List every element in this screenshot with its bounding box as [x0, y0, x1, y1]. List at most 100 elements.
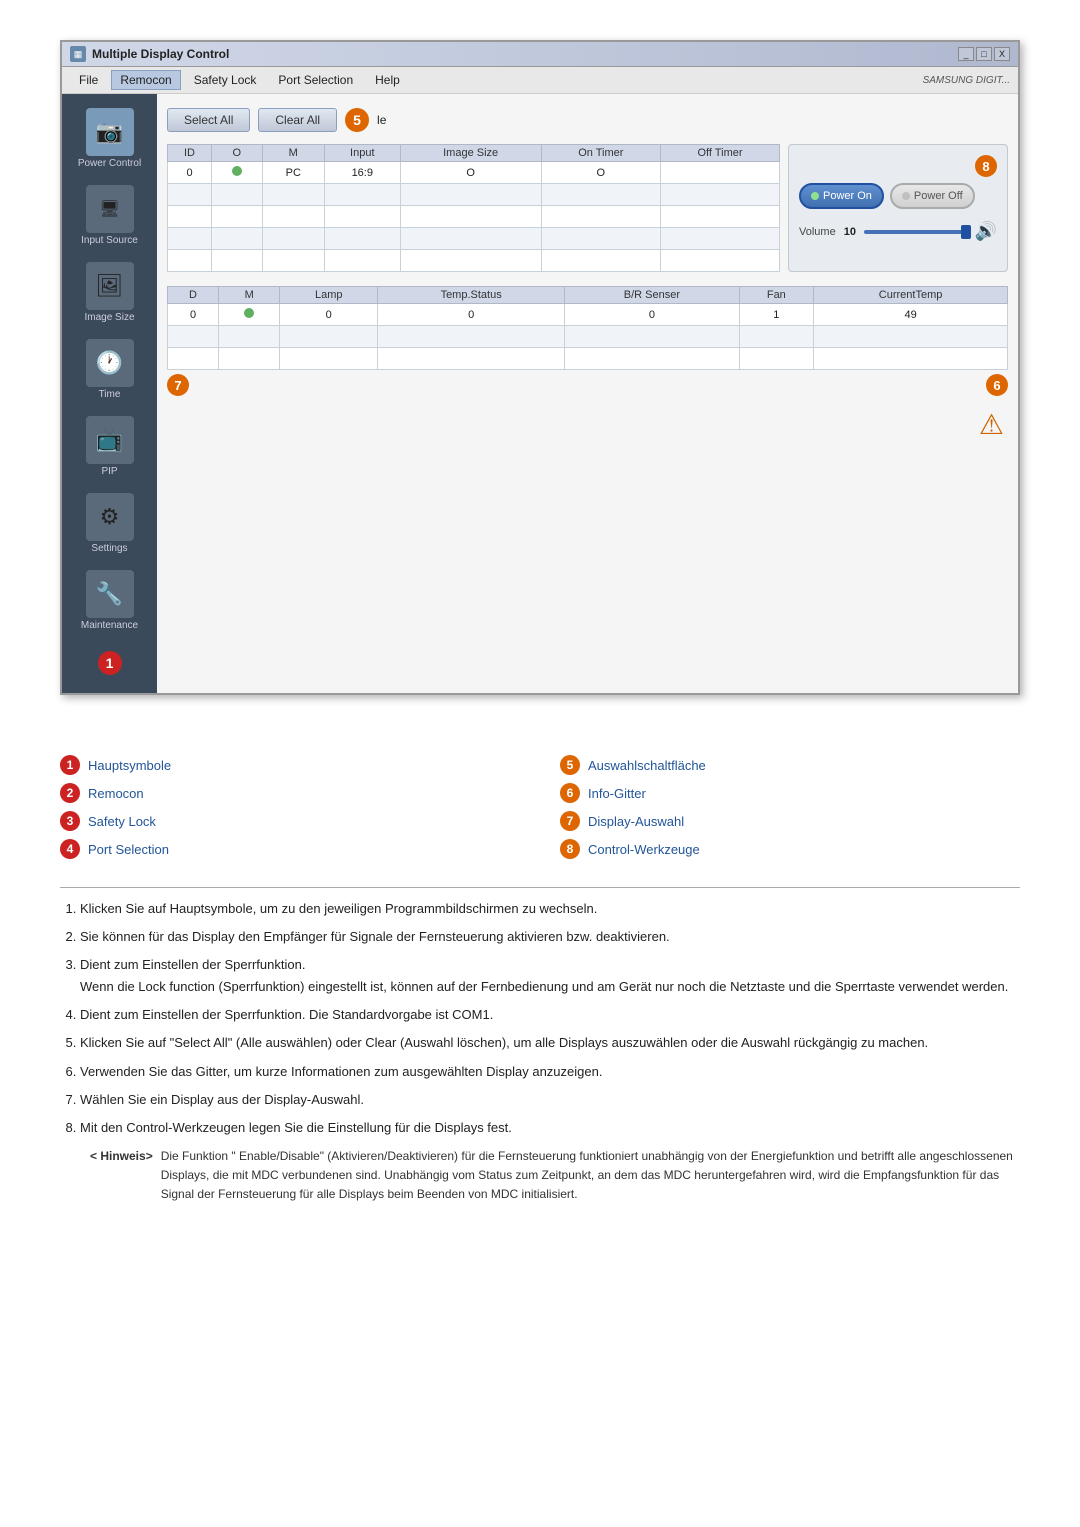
- legend-badge-5: 5: [560, 755, 580, 775]
- menu-help[interactable]: Help: [366, 70, 409, 90]
- lower-col-m: M: [219, 287, 280, 304]
- menu-safety-lock[interactable]: Safety Lock: [185, 70, 266, 90]
- table-row[interactable]: 0 PC 16:9 O O: [168, 162, 780, 184]
- sidebar-item-power-control[interactable]: 📷 Power Control: [62, 104, 157, 173]
- app-window: ▦ Multiple Display Control _ □ X File Re…: [60, 40, 1020, 695]
- title-bar: ▦ Multiple Display Control _ □ X: [62, 42, 1018, 67]
- menu-port-selection[interactable]: Port Selection: [269, 70, 362, 90]
- input-source-icon: 🖥: [86, 185, 134, 233]
- divider: [60, 887, 1020, 888]
- main-content: 📷 Power Control 🖥 Input Source 🖼 Image S…: [62, 94, 1018, 693]
- table-row[interactable]: [168, 250, 780, 272]
- legend-row-7: 7 Display-Auswahl: [560, 811, 1020, 831]
- volume-row: Volume 10 🔊: [799, 221, 997, 242]
- legend-text-4: Port Selection: [88, 842, 169, 857]
- minimize-button[interactable]: _: [958, 47, 974, 61]
- upper-table: ID O M Input Image Size On Timer Off Tim…: [167, 144, 780, 272]
- legend-row-1: 1 Hauptsymbole: [60, 755, 520, 775]
- table-row[interactable]: [168, 326, 1008, 348]
- power-off-indicator: [902, 192, 910, 200]
- sidebar-badge-area: 1: [90, 643, 130, 683]
- badge-8: 8: [975, 155, 997, 177]
- cell-id: 0: [168, 162, 212, 184]
- legend-row-2: 2 Remocon: [60, 783, 520, 803]
- sidebar-label-pip: PIP: [101, 466, 117, 477]
- col-m: M: [262, 145, 324, 162]
- sidebar-item-time[interactable]: 🕐 Time: [62, 335, 157, 404]
- sidebar: 📷 Power Control 🖥 Input Source 🖼 Image S…: [62, 94, 157, 693]
- cell-m: PC: [262, 162, 324, 184]
- legend-text-8: Control-Werkzeuge: [588, 842, 700, 857]
- legend-row-8: 8 Control-Werkzeuge: [560, 839, 1020, 859]
- page-wrapper: ▦ Multiple Display Control _ □ X File Re…: [0, 0, 1080, 1244]
- instruction-1: Klicken Sie auf Hauptsymbole, um zu den …: [80, 898, 1020, 920]
- sidebar-label-time: Time: [99, 389, 121, 400]
- display-grid-upper: ID O M Input Image Size On Timer Off Tim…: [167, 144, 780, 272]
- legend-badge-6: 6: [560, 783, 580, 803]
- lower-table: D M Lamp Temp.Status B/R Senser Fan Curr…: [167, 286, 1008, 370]
- sidebar-item-input-source[interactable]: 🖥 Input Source: [62, 181, 157, 250]
- toolbar-suffix: le: [377, 113, 386, 127]
- legend-text-7: Display-Auswahl: [588, 814, 684, 829]
- window-title: Multiple Display Control: [92, 47, 229, 61]
- col-image-size: Image Size: [400, 145, 541, 162]
- col-id: ID: [168, 145, 212, 162]
- sidebar-item-image-size[interactable]: 🖼 Image Size: [62, 258, 157, 327]
- instruction-3b: Wenn die Lock function (Sperrfunktion) e…: [80, 979, 1008, 994]
- lower-cell-currenttemp: 49: [814, 304, 1008, 326]
- table-row[interactable]: [168, 184, 780, 206]
- legend-left: 1 Hauptsymbole 2 Remocon 3 Safety Lock 4…: [60, 755, 520, 867]
- legend-badge-1: 1: [60, 755, 80, 775]
- col-off-timer: Off Timer: [661, 145, 780, 162]
- legend-row-4: 4 Port Selection: [60, 839, 520, 859]
- cell-off-timer: [661, 162, 780, 184]
- maintenance-icon: 🔧: [86, 570, 134, 618]
- sidebar-label-input: Input Source: [81, 235, 138, 246]
- instruction-7: Wählen Sie ein Display aus der Display-A…: [80, 1089, 1020, 1111]
- badge-1: 1: [98, 651, 122, 675]
- power-off-label: Power Off: [914, 190, 963, 202]
- instruction-3: Dient zum Einstellen der Sperrfunktion. …: [80, 954, 1020, 998]
- table-row[interactable]: [168, 348, 1008, 370]
- sidebar-label-maintenance: Maintenance: [81, 620, 138, 631]
- lower-col-temp-status: Temp.Status: [378, 287, 565, 304]
- close-button[interactable]: X: [994, 47, 1010, 61]
- power-on-label: Power On: [823, 190, 872, 202]
- col-o: O: [212, 145, 263, 162]
- maximize-button[interactable]: □: [976, 47, 992, 61]
- table-row[interactable]: 0 0 0 0 1 49: [168, 304, 1008, 326]
- sidebar-label-settings: Settings: [91, 543, 127, 554]
- power-buttons: Power On Power Off: [799, 183, 997, 209]
- sidebar-item-pip[interactable]: 📺 PIP: [62, 412, 157, 481]
- hint-label: < Hinweis>: [90, 1147, 153, 1205]
- instruction-2: Sie können für das Display den Empfänger…: [80, 926, 1020, 948]
- image-size-icon: 🖼: [86, 262, 134, 310]
- instruction-8: Mit den Control-Werkzeugen legen Sie die…: [80, 1117, 1020, 1139]
- legend-text-5: Auswahlschaltfläche: [588, 758, 706, 773]
- power-off-button[interactable]: Power Off: [890, 183, 975, 209]
- sidebar-item-settings[interactable]: ⚙ Settings: [62, 489, 157, 558]
- menu-remocon[interactable]: Remocon: [111, 70, 180, 90]
- table-row[interactable]: [168, 228, 780, 250]
- warning-area: ⚠: [167, 404, 1008, 445]
- lower-grid: D M Lamp Temp.Status B/R Senser Fan Curr…: [167, 286, 1008, 396]
- volume-slider[interactable]: [864, 230, 967, 234]
- legend-text-1: Hauptsymbole: [88, 758, 171, 773]
- select-all-button[interactable]: Select All: [167, 108, 250, 132]
- hint-text: Die Funktion " Enable/Disable" (Aktivier…: [161, 1147, 1020, 1205]
- cell-input: 16:9: [324, 162, 400, 184]
- sidebar-item-maintenance[interactable]: 🔧 Maintenance: [62, 566, 157, 635]
- title-bar-left: ▦ Multiple Display Control: [70, 46, 229, 62]
- power-on-button[interactable]: Power On: [799, 183, 884, 209]
- lower-col-d: D: [168, 287, 219, 304]
- menu-file[interactable]: File: [70, 70, 107, 90]
- lower-cell-temp-status: 0: [378, 304, 565, 326]
- table-row[interactable]: [168, 206, 780, 228]
- badge-7: 7: [167, 374, 189, 396]
- clear-all-button[interactable]: Clear All: [258, 108, 337, 132]
- cell-on-timer: O: [541, 162, 660, 184]
- window-controls[interactable]: _ □ X: [958, 47, 1010, 61]
- control-panel: 8 Power On Power Off: [788, 144, 1008, 272]
- col-on-timer: On Timer: [541, 145, 660, 162]
- lower-cell-fan: 1: [739, 304, 814, 326]
